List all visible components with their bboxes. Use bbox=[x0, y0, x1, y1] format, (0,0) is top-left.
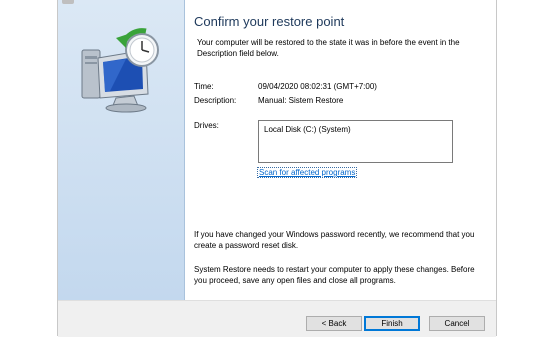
page-title: Confirm your restore point bbox=[194, 14, 345, 29]
time-value: 09/04/2020 08:02:31 (GMT+7:00) bbox=[258, 82, 377, 91]
restart-note: System Restore needs to restart your com… bbox=[194, 265, 475, 285]
drives-label: Drives: bbox=[194, 121, 219, 130]
back-button[interactable]: < Back bbox=[306, 316, 362, 331]
list-item[interactable]: Local Disk (C:) (System) bbox=[264, 125, 351, 134]
finish-button[interactable]: Finish bbox=[364, 316, 420, 331]
cancel-button[interactable]: Cancel bbox=[429, 316, 485, 331]
time-label: Time: bbox=[194, 82, 214, 91]
scan-affected-programs-link[interactable]: Scan for affected programs bbox=[257, 167, 358, 178]
drives-list[interactable]: Local Disk (C:) (System) bbox=[258, 120, 453, 163]
system-restore-dialog: Confirm your restore point Your computer… bbox=[57, 0, 497, 337]
wizard-button-bar: < Back Finish Cancel bbox=[58, 300, 496, 337]
description-value: Manual: Sistem Restore bbox=[258, 96, 344, 105]
intro-text: Your computer will be restored to the st… bbox=[197, 38, 460, 58]
description-label: Description: bbox=[194, 96, 237, 105]
system-restore-icon bbox=[81, 28, 159, 113]
wizard-side-panel bbox=[58, 0, 185, 300]
wizard-content: Confirm your restore point Your computer… bbox=[194, 0, 490, 300]
password-note: If you have changed your Windows passwor… bbox=[194, 230, 475, 250]
system-restore-small-icon bbox=[62, 0, 74, 4]
